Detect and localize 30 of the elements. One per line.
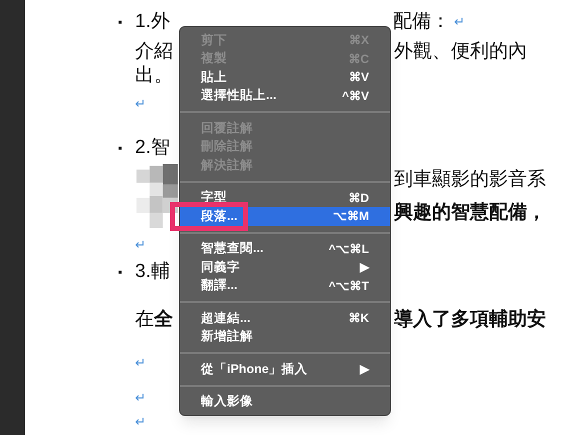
- body-text: 到車顯影的影音系: [394, 168, 546, 192]
- paragraph-mark: ↵: [134, 95, 146, 114]
- paragraph-mark: ↵: [454, 13, 465, 32]
- body-text: 外觀、便利的內: [394, 40, 527, 64]
- bullet-mark: ▪: [118, 140, 124, 157]
- heading-text: 1.外: [135, 10, 170, 32]
- menu-item[interactable]: 超連結... ⌘K: [180, 309, 390, 328]
- menu-item[interactable]: 同義字 ▶: [180, 258, 390, 276]
- menu-item[interactable]: 選擇性貼上... ^⌘V: [180, 86, 390, 105]
- bullet-mark: ▪: [118, 264, 124, 281]
- heading-text: 2.智: [135, 136, 170, 158]
- menu-item[interactable]: 從「iPhone」插入 ▶: [180, 360, 390, 378]
- paragraph-mark: ↵: [134, 413, 146, 432]
- body-text: 興趣的智慧配備，: [394, 201, 546, 225]
- menu-item[interactable]: 輸入影像: [180, 392, 390, 411]
- menu-item[interactable]: 智慧查閱... ^⌥⌘L: [180, 240, 390, 258]
- body-text: 導入了多項輔助安: [394, 308, 546, 332]
- paragraph-mark: ↵: [134, 389, 146, 408]
- body-text: 介紹: [135, 40, 173, 62]
- paragraph-mark: ↵: [134, 236, 146, 254]
- body-text: 在全: [135, 308, 173, 330]
- menu-item[interactable]: 翻譯... ^⌥⌘T: [180, 276, 390, 295]
- heading-text: 配備：: [393, 10, 450, 34]
- bullet-mark: ▪: [118, 14, 124, 31]
- body-text: 出。: [135, 64, 173, 86]
- menu-item[interactable]: 段落... ⌥⌘M: [180, 207, 390, 226]
- heading-text: 3.輔: [135, 260, 170, 282]
- menu-item[interactable]: 新增註解: [180, 328, 390, 346]
- menu-item[interactable]: 貼上 ⌘V: [180, 68, 390, 86]
- paragraph-mark: ↵: [134, 354, 146, 372]
